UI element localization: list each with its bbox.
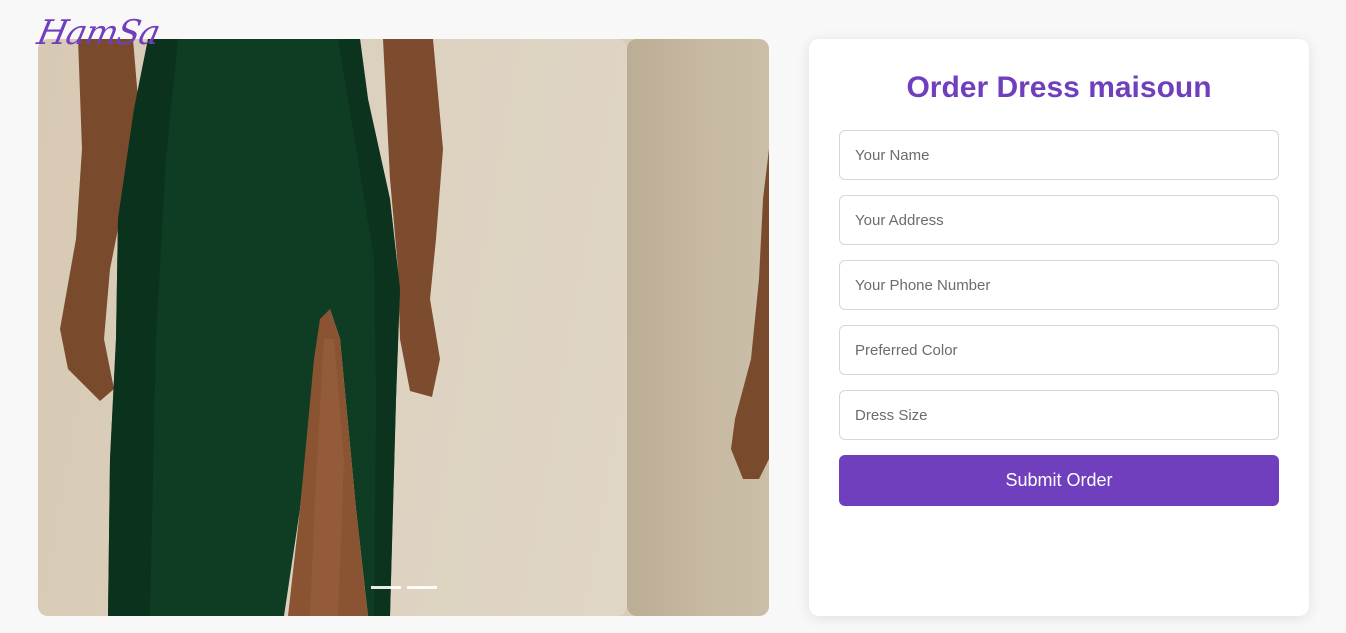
- color-input[interactable]: [839, 325, 1279, 375]
- carousel-slide-next: [627, 39, 769, 616]
- name-input[interactable]: [839, 130, 1279, 180]
- dress-photo: [60, 39, 443, 616]
- dress-photo-next: [731, 149, 769, 479]
- carousel-indicators: [371, 586, 437, 589]
- brand-logo[interactable]: HamSa: [34, 13, 163, 53]
- carousel-indicator-1[interactable]: [371, 586, 401, 589]
- dress-image-carousel[interactable]: [38, 39, 769, 616]
- order-form: Order Dress maisoun Submit Order: [809, 39, 1309, 616]
- carousel-slide-active: [38, 39, 627, 616]
- form-title: Order Dress maisoun: [906, 71, 1212, 104]
- carousel-indicator-2[interactable]: [407, 586, 437, 589]
- phone-input[interactable]: [839, 260, 1279, 310]
- address-input[interactable]: [839, 195, 1279, 245]
- submit-order-button[interactable]: Submit Order: [839, 455, 1279, 506]
- size-input[interactable]: [839, 390, 1279, 440]
